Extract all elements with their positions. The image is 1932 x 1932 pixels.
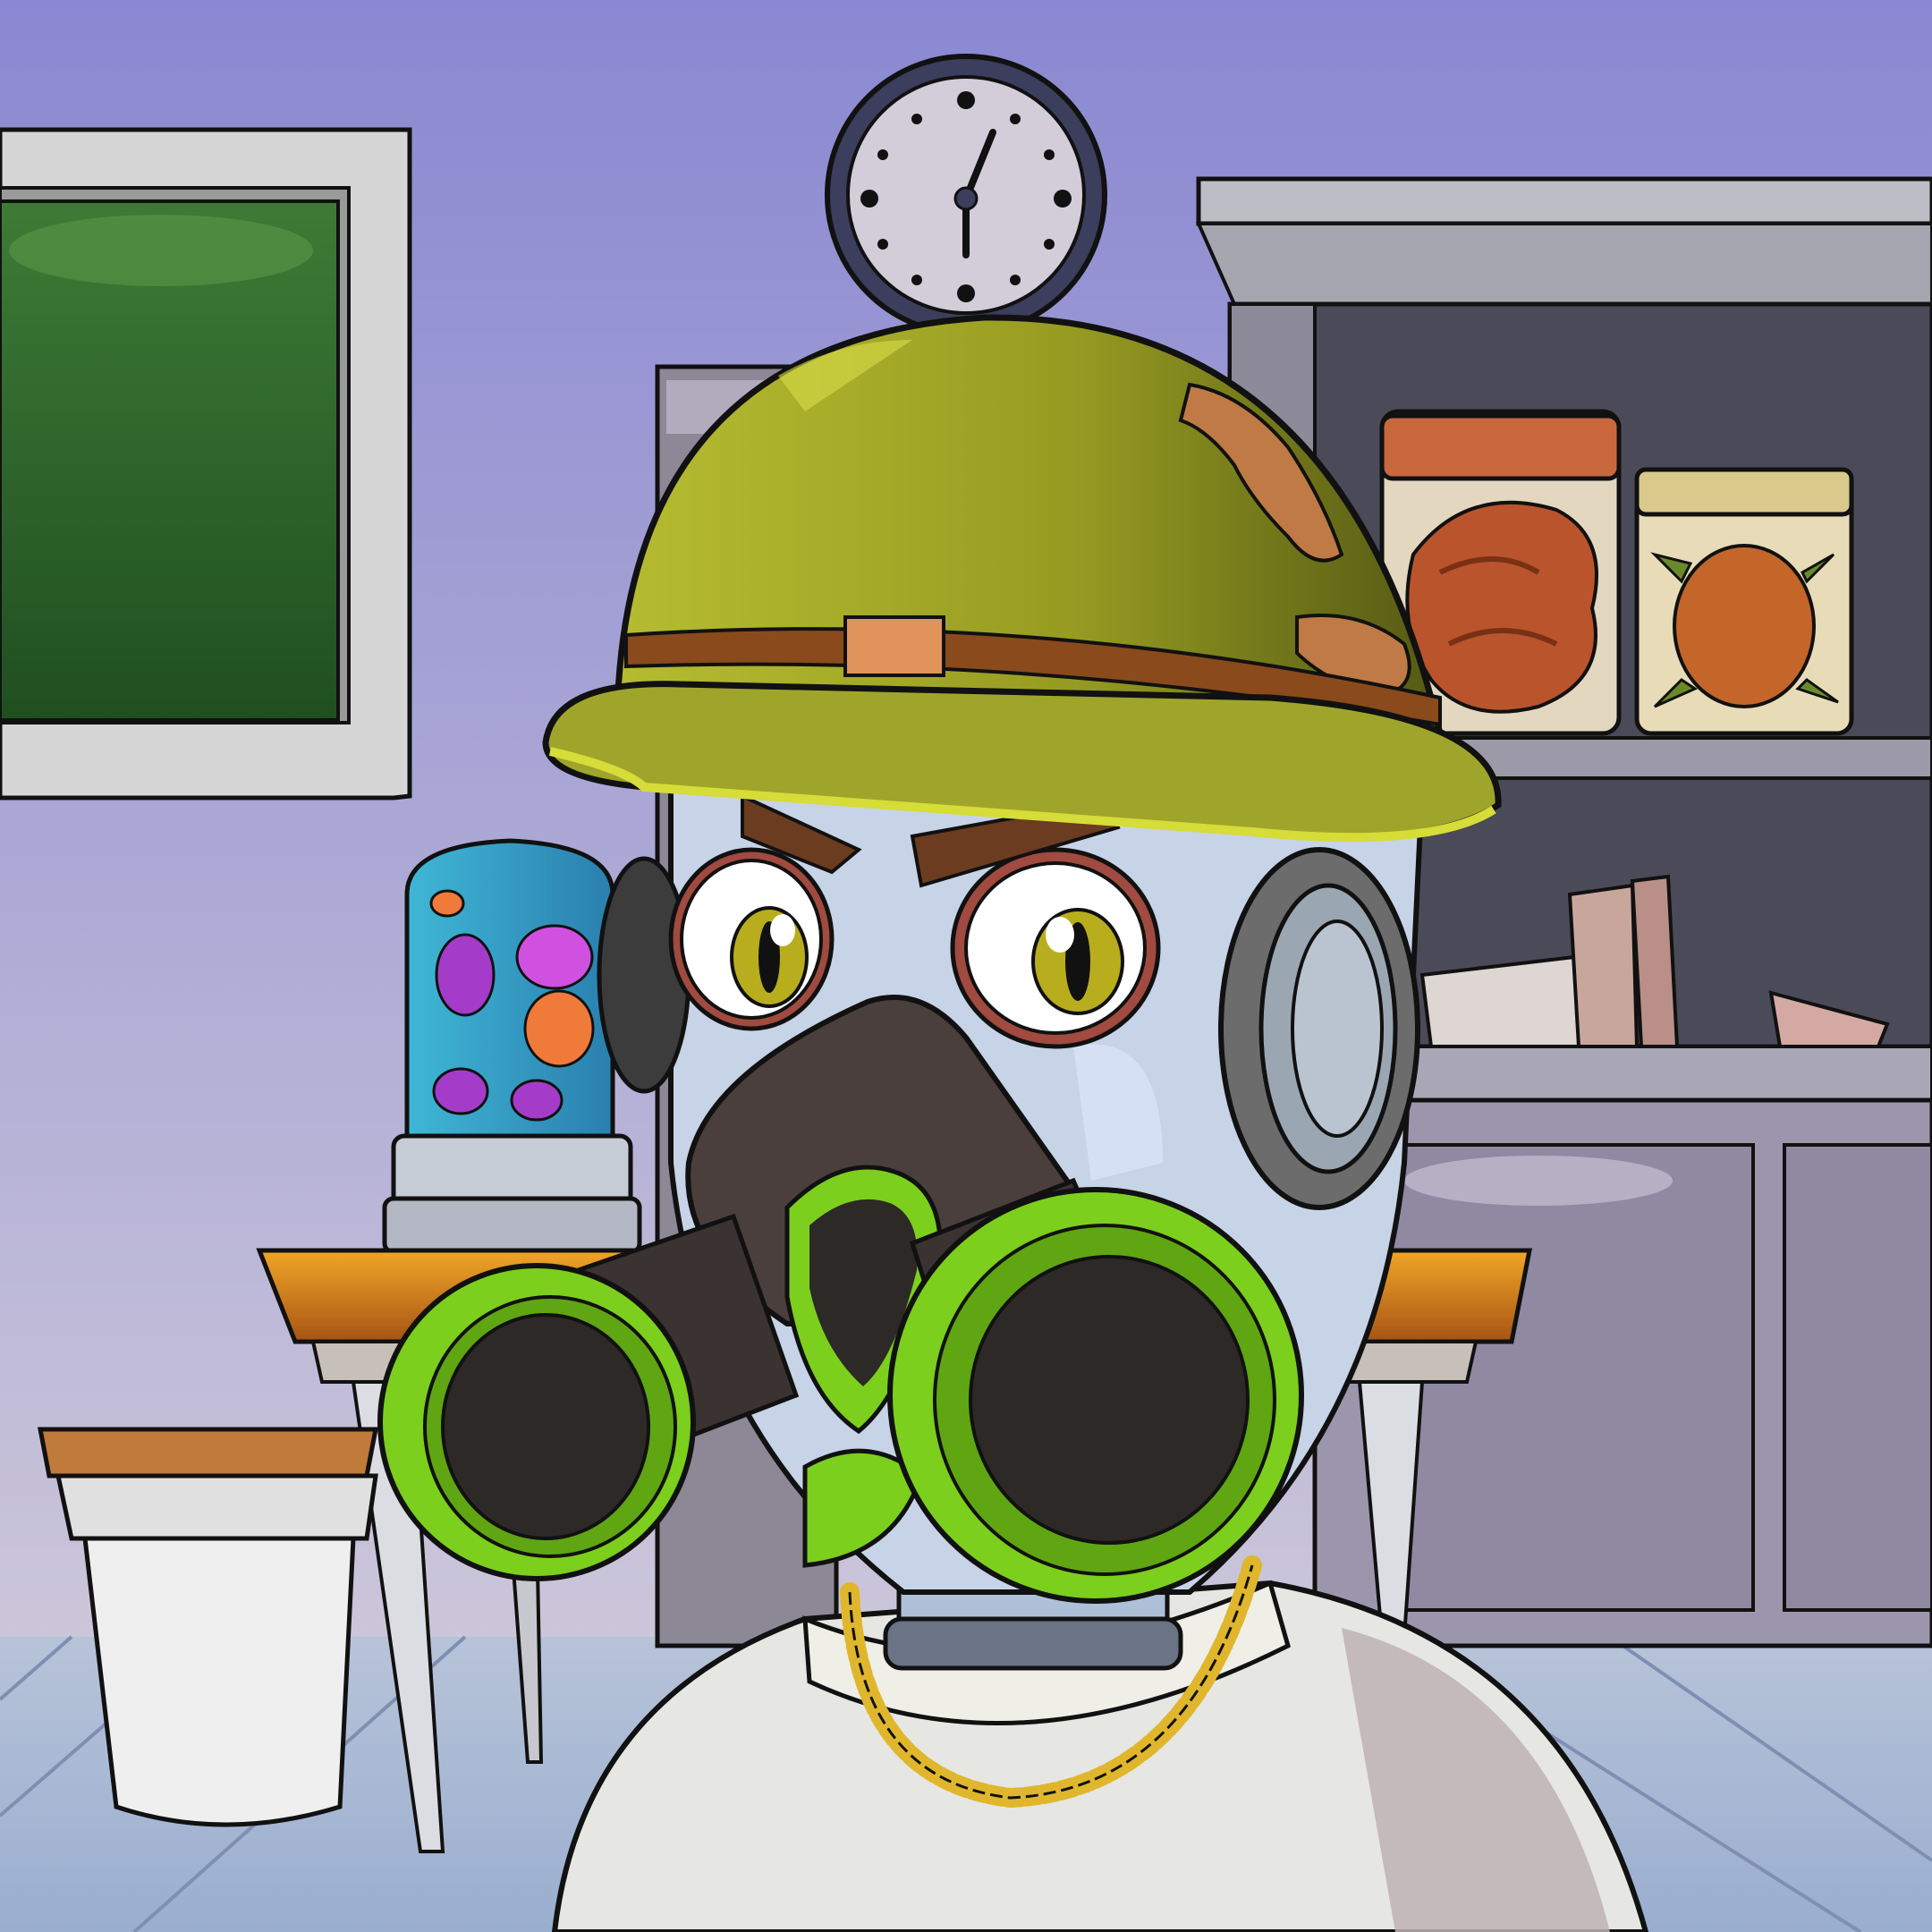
left-eye bbox=[668, 847, 835, 1031]
lab-illustration bbox=[0, 0, 1932, 1932]
specimen-jar-right bbox=[1634, 467, 1854, 736]
green-board bbox=[0, 127, 412, 801]
wall-clock-icon bbox=[825, 54, 1107, 336]
right-ear-filter bbox=[1218, 847, 1420, 1210]
lava-lamp bbox=[382, 838, 642, 1255]
right-eye bbox=[950, 847, 1161, 1049]
